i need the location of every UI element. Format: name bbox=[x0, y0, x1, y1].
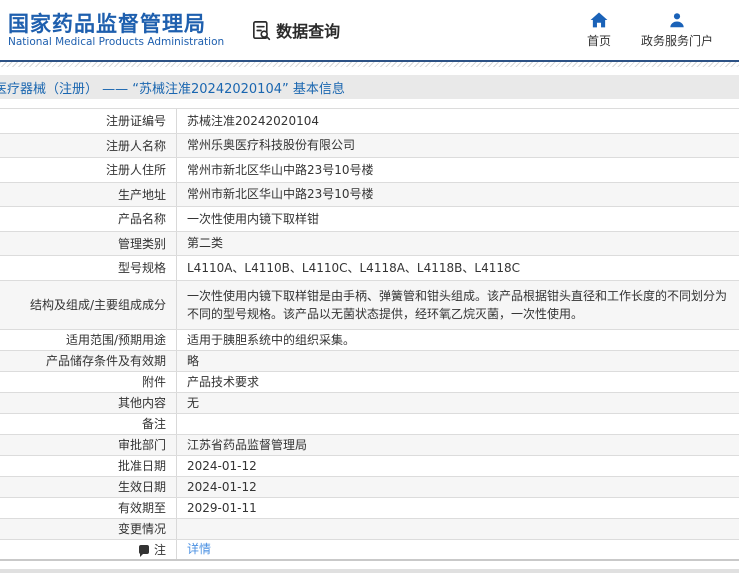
row-label: 注册人名称 bbox=[0, 133, 177, 157]
table-row: 注册人住所 常州市新北区华山中路23号10号楼 bbox=[0, 158, 739, 183]
row-label: 结构及组成/主要组成成分 bbox=[0, 280, 177, 329]
org-name-cn: 国家药品监督管理局 bbox=[8, 11, 206, 36]
row-label: 注册人住所 bbox=[0, 158, 177, 182]
nav-portal-label: 政务服务门户 bbox=[640, 33, 713, 48]
row-label: 型号规格 bbox=[0, 256, 177, 280]
row-label: 有效期至 bbox=[0, 497, 177, 518]
table-row: 生效日期 2024-01-12 bbox=[0, 476, 739, 498]
header-hatch-band bbox=[0, 62, 739, 67]
table-row: 结构及组成/主要组成成分 一次性使用内镜下取样钳是由手柄、弹簧管和钳头组成。该产… bbox=[0, 280, 739, 330]
row-value: 一次性使用内镜下取样钳 bbox=[187, 211, 320, 226]
table-row: 附件 产品技术要求 bbox=[0, 371, 739, 393]
row-label: 批准日期 bbox=[0, 455, 177, 476]
row-value: 2024-01-12 bbox=[187, 479, 257, 494]
home-icon bbox=[590, 11, 608, 28]
table-row: 产品储存条件及有效期 略 bbox=[0, 350, 739, 372]
nmpa-logo: 国家药品监督管理局 National Medical Products Admi… bbox=[8, 12, 224, 49]
nav-item-portal[interactable]: 政务服务门户 bbox=[641, 12, 713, 49]
nav-item-home[interactable]: 首页 bbox=[586, 11, 611, 49]
table-row: 批准日期 2024-01-12 bbox=[0, 455, 739, 477]
row-label: 审批部门 bbox=[0, 434, 177, 455]
row-label: 生产地址 bbox=[0, 182, 177, 206]
table-row: 注册人名称 常州乐奥医疗科技股份有限公司 bbox=[0, 133, 739, 158]
row-value: 2029-01-11 bbox=[187, 500, 257, 515]
org-name-en: National Medical Products Administration bbox=[8, 35, 225, 48]
details-link[interactable]: 详情 bbox=[187, 540, 211, 558]
row-value: 常州市新北区华山中路23号10号楼 bbox=[187, 162, 374, 177]
row-label: 备注 bbox=[0, 413, 177, 434]
row-label: 注册证编号 bbox=[0, 109, 177, 133]
data-query-label: 数据查询 bbox=[276, 22, 341, 41]
row-label: 产品储存条件及有效期 bbox=[0, 350, 177, 371]
table-row: 型号规格 L4110A、L4110B、L4110C、L4118A、L4118B、… bbox=[0, 256, 739, 281]
table-row: 审批部门 江苏省药品监督管理局 bbox=[0, 434, 739, 456]
row-value: 苏械注准20242020104 bbox=[187, 113, 319, 128]
row-value: 2024-01-12 bbox=[187, 458, 257, 473]
row-value: 略 bbox=[187, 353, 200, 368]
footer-strip bbox=[0, 569, 739, 573]
breadcrumb: 医疗器械（注册） —— “苏械注准20242020104” 基本信息 bbox=[0, 75, 739, 99]
table-row: 注 详情 bbox=[0, 539, 739, 561]
row-value: 常州市新北区华山中路23号10号楼 bbox=[187, 187, 374, 202]
row-value: 一次性使用内镜下取样钳是由手柄、弹簧管和钳头组成。该产品根据钳头直径和工作长度的… bbox=[187, 288, 728, 321]
table-row: 管理类别 第二类 bbox=[0, 231, 739, 256]
row-label: 适用范围/预期用途 bbox=[0, 329, 177, 350]
header: 国家药品监督管理局 National Medical Products Admi… bbox=[0, 0, 739, 60]
row-value: 详情 bbox=[177, 540, 739, 559]
row-value: 无 bbox=[187, 395, 200, 410]
data-query-tab[interactable]: 数据查询 bbox=[250, 18, 340, 42]
table-row: 生产地址 常州市新北区华山中路23号10号楼 bbox=[0, 182, 739, 207]
row-label: 附件 bbox=[0, 371, 177, 392]
row-label: 管理类别 bbox=[0, 231, 177, 255]
row-value: 产品技术要求 bbox=[187, 374, 260, 389]
row-label: 变更情况 bbox=[0, 518, 177, 539]
row-value: 江苏省药品监督管理局 bbox=[187, 437, 308, 452]
row-label: 生效日期 bbox=[0, 476, 177, 497]
breadcrumb-text: 医疗器械（注册） —— “苏械注准20242020104” 基本信息 bbox=[0, 81, 345, 97]
row-value: 常州乐奥医疗科技股份有限公司 bbox=[187, 138, 356, 153]
user-icon bbox=[669, 12, 685, 28]
row-label: 注 bbox=[0, 539, 177, 559]
header-nav: 首页 政务服务门户 bbox=[586, 11, 739, 49]
table-row: 变更情况 bbox=[0, 518, 739, 540]
table-row: 产品名称 一次性使用内镜下取样钳 bbox=[0, 207, 739, 232]
row-label: 产品名称 bbox=[0, 207, 177, 231]
data-query-icon bbox=[250, 19, 273, 42]
table-row: 适用范围/预期用途 适用于胰胆系统中的组织采集。 bbox=[0, 329, 739, 351]
row-label: 其他内容 bbox=[0, 392, 177, 413]
row-value bbox=[177, 414, 739, 434]
row-value: 适用于胰胆系统中的组织采集。 bbox=[187, 332, 356, 347]
note-icon bbox=[138, 544, 149, 557]
nav-home-label: 首页 bbox=[586, 33, 611, 48]
row-value bbox=[177, 519, 739, 539]
table-row: 备注 bbox=[0, 413, 739, 435]
row-value: L4110A、L4110B、L4110C、L4118A、L4118B、L4118… bbox=[187, 260, 520, 275]
row-value: 第二类 bbox=[187, 236, 224, 251]
table-row: 注册证编号 苏械注准20242020104 bbox=[0, 109, 739, 134]
table-row: 其他内容 无 bbox=[0, 392, 739, 414]
registration-info-table: 注册证编号 苏械注准20242020104 注册人名称 常州乐奥医疗科技股份有限… bbox=[0, 108, 739, 561]
table-row: 有效期至 2029-01-11 bbox=[0, 497, 739, 519]
